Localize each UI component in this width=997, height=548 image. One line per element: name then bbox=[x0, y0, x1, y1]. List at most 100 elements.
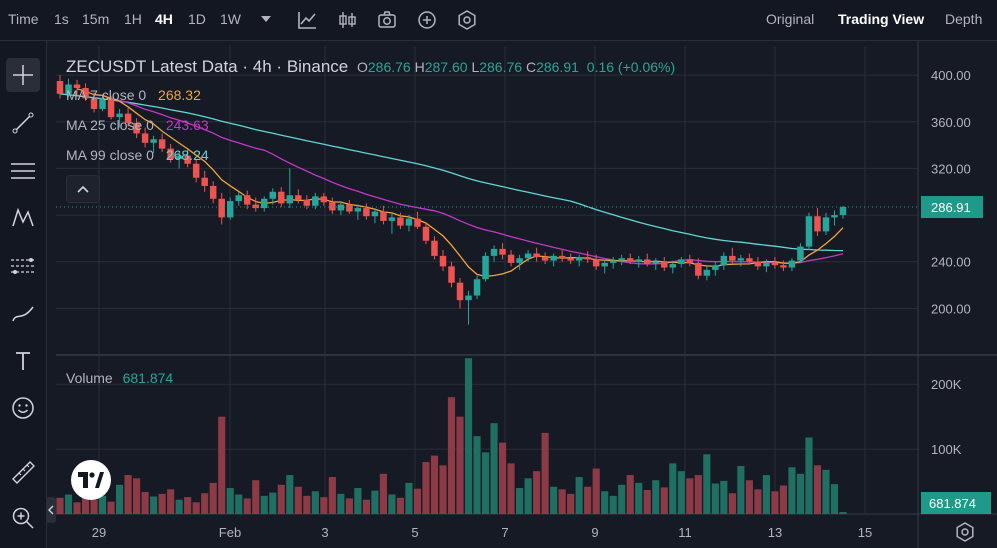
candle-body bbox=[567, 258, 574, 261]
time-tick-label: 7 bbox=[501, 525, 508, 540]
volume-bar bbox=[839, 512, 847, 514]
candle-body bbox=[209, 185, 217, 199]
volume-bar bbox=[107, 501, 115, 514]
brush-tool[interactable] bbox=[6, 297, 40, 331]
drawing-toolbar bbox=[0, 41, 47, 548]
fib-icon bbox=[11, 258, 35, 274]
volume-bar bbox=[235, 494, 243, 514]
interval-1h[interactable]: 1H bbox=[124, 11, 142, 27]
chevron-down-icon[interactable] bbox=[260, 14, 272, 24]
candle-body bbox=[797, 246, 804, 261]
volume-bar bbox=[550, 486, 558, 514]
volume-bar bbox=[430, 455, 439, 514]
interval-1s[interactable]: 1s bbox=[54, 11, 69, 27]
interval-1d[interactable]: 1D bbox=[188, 11, 206, 27]
volume-bar bbox=[830, 484, 839, 514]
volume-bar bbox=[754, 489, 762, 514]
candle-body bbox=[388, 217, 396, 221]
volume-bar bbox=[652, 480, 660, 514]
interval-15m[interactable]: 15m bbox=[82, 11, 109, 27]
volume-bar bbox=[796, 473, 805, 514]
settings-icon[interactable] bbox=[456, 9, 478, 31]
view-tab-trading-view[interactable]: Trading View bbox=[838, 11, 924, 27]
volume-bar bbox=[711, 483, 719, 514]
zoom-tool[interactable] bbox=[6, 501, 40, 535]
emoji-tool[interactable] bbox=[6, 391, 40, 425]
candle-body bbox=[618, 258, 625, 261]
volume-bar bbox=[286, 475, 294, 514]
brush-icon bbox=[12, 306, 34, 322]
candle-body bbox=[303, 199, 311, 206]
tradingview-logo[interactable] bbox=[71, 460, 111, 500]
last-volume-label: 681.874 bbox=[929, 496, 976, 511]
volume-bar bbox=[694, 475, 702, 514]
view-tab-original[interactable]: Original bbox=[766, 11, 814, 27]
candle-body bbox=[329, 202, 336, 211]
candle-body bbox=[609, 260, 617, 263]
candle-body bbox=[541, 257, 549, 261]
volume-bar bbox=[464, 358, 473, 514]
add-indicator-icon[interactable] bbox=[416, 9, 438, 31]
camera-icon[interactable] bbox=[376, 9, 398, 31]
interval-4h[interactable]: 4H bbox=[155, 11, 173, 27]
candle-body bbox=[550, 255, 557, 261]
candle-body bbox=[354, 208, 362, 212]
volume-value: 681.874 bbox=[122, 370, 174, 386]
line-chart-icon[interactable] bbox=[296, 9, 318, 31]
last-volume-tag bbox=[921, 492, 991, 514]
price-tick-label: 200.00 bbox=[931, 301, 971, 316]
volume-bar bbox=[498, 442, 507, 514]
candles-icon[interactable] bbox=[337, 9, 359, 31]
candle-body bbox=[405, 218, 413, 226]
candle-body bbox=[754, 261, 762, 267]
text-tool[interactable] bbox=[6, 344, 40, 378]
trend-line-tool[interactable] bbox=[6, 106, 40, 140]
text-icon bbox=[16, 352, 30, 370]
volume-bar bbox=[473, 436, 481, 514]
candle-body bbox=[244, 195, 251, 205]
candle-body bbox=[337, 204, 345, 211]
interval-1w[interactable]: 1W bbox=[220, 11, 241, 27]
ma7-value: 268.32 bbox=[158, 87, 201, 103]
volume-bar bbox=[601, 491, 609, 514]
volume-bar bbox=[73, 502, 81, 514]
time-label[interactable]: Time bbox=[8, 11, 39, 27]
volume-bar bbox=[422, 462, 430, 514]
volume-bar bbox=[762, 475, 770, 514]
scroll-left-button[interactable] bbox=[46, 497, 56, 523]
volume-bar bbox=[728, 493, 736, 514]
volume-bar bbox=[788, 467, 796, 514]
smile-icon bbox=[12, 397, 34, 419]
view-tab-depth[interactable]: Depth bbox=[945, 11, 982, 27]
collapse-legend-button[interactable] bbox=[66, 175, 100, 203]
time-tick-label: 5 bbox=[411, 525, 418, 540]
pattern-tool[interactable] bbox=[6, 201, 40, 235]
price-tick-label: 400.00 bbox=[931, 68, 971, 83]
volume-bar bbox=[158, 493, 166, 514]
volume-bar bbox=[558, 489, 566, 514]
volume-bar bbox=[192, 502, 200, 514]
candle-body bbox=[490, 248, 498, 256]
ruler-tool[interactable] bbox=[6, 455, 40, 489]
interval-label: 4h bbox=[252, 57, 272, 76]
candle-body bbox=[278, 191, 285, 204]
volume-bar bbox=[133, 478, 141, 514]
volume-bar bbox=[354, 488, 362, 514]
candle-body bbox=[218, 198, 225, 218]
volume-bar bbox=[243, 498, 251, 514]
fib-tool[interactable] bbox=[6, 249, 40, 283]
crosshair-tool[interactable] bbox=[6, 58, 40, 92]
chart-settings-icon[interactable] bbox=[954, 521, 976, 543]
ruler-icon bbox=[12, 461, 35, 484]
ma7-label: MA 7 close 0 bbox=[66, 87, 147, 103]
volume-bar bbox=[345, 498, 353, 514]
ohlc-open: 286.76 bbox=[367, 59, 411, 75]
price-chart[interactable]: 400.00 360.00 320.00 240.00 200.00 200K 100K 28… bbox=[0, 0, 997, 548]
volume-bar bbox=[337, 493, 345, 514]
volume-bar bbox=[396, 497, 405, 514]
volume-bar bbox=[669, 463, 677, 514]
volume-bar bbox=[822, 469, 830, 514]
candle-body bbox=[295, 195, 302, 200]
crosshair-icon bbox=[13, 65, 33, 85]
horizontal-lines-tool[interactable] bbox=[6, 154, 40, 188]
